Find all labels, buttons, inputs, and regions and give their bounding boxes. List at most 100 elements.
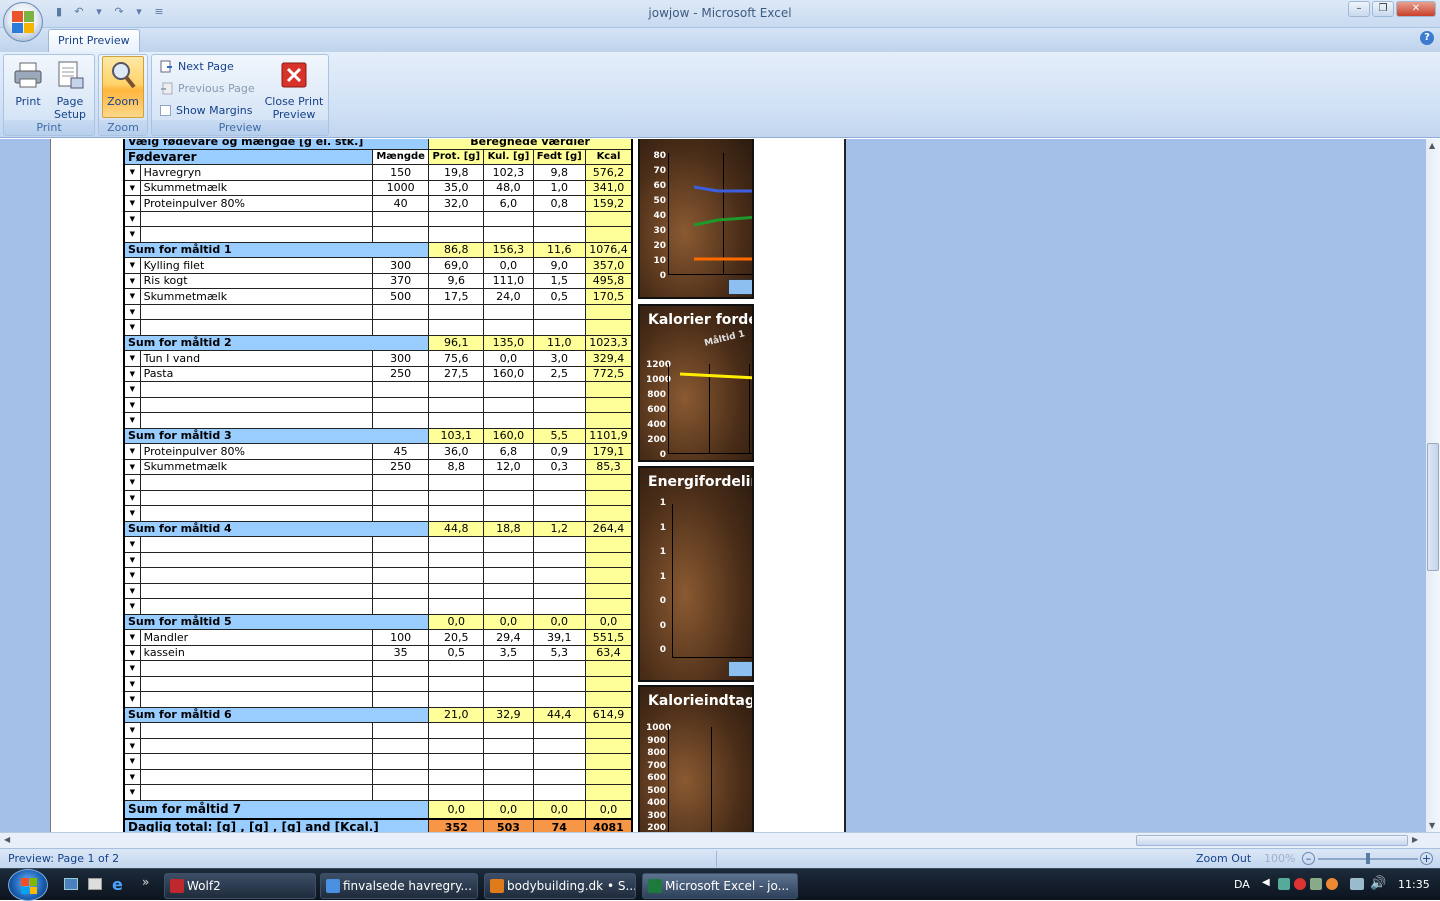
food-dropdown-arrow-icon[interactable]: ▼ bbox=[122, 179, 141, 196]
food-dropdown-arrow-icon[interactable]: ▼ bbox=[122, 195, 141, 212]
food-name-cell[interactable] bbox=[139, 551, 374, 568]
tray-monitor-icon[interactable] bbox=[1350, 878, 1364, 890]
food-name-cell[interactable] bbox=[139, 768, 374, 785]
food-name-cell[interactable] bbox=[139, 675, 374, 692]
amount-cell[interactable]: 250 bbox=[372, 458, 430, 475]
minimize-button[interactable]: – bbox=[1348, 1, 1370, 17]
amount-cell[interactable]: 300 bbox=[372, 257, 430, 274]
show-margins-checkbox[interactable]: Show Margins bbox=[160, 104, 252, 117]
food-dropdown-arrow-icon[interactable]: ▼ bbox=[122, 381, 141, 398]
food-name-cell[interactable] bbox=[139, 582, 374, 599]
amount-cell[interactable] bbox=[372, 226, 430, 243]
scroll-right-icon[interactable]: ▶ bbox=[1412, 835, 1418, 844]
taskbar-item[interactable]: finvalsede havregry... bbox=[320, 873, 478, 899]
preview-area[interactable]: Vælg fødevare og mængde [g el. stk.] Ber… bbox=[0, 139, 1426, 832]
close-window-button[interactable]: ✕ bbox=[1396, 1, 1436, 17]
vertical-scroll-thumb[interactable] bbox=[1427, 443, 1439, 571]
food-name-cell[interactable] bbox=[139, 660, 374, 677]
amount-cell[interactable]: 100 bbox=[372, 629, 430, 646]
food-name-cell[interactable]: kassein bbox=[139, 644, 374, 661]
explorer-icon[interactable] bbox=[88, 878, 102, 890]
food-name-cell[interactable] bbox=[139, 737, 374, 754]
help-icon[interactable]: ? bbox=[1420, 31, 1434, 45]
clock[interactable]: 11:35 bbox=[1398, 878, 1430, 891]
food-dropdown-arrow-icon[interactable]: ▼ bbox=[122, 551, 141, 568]
food-dropdown-arrow-icon[interactable]: ▼ bbox=[122, 164, 141, 181]
food-dropdown-arrow-icon[interactable]: ▼ bbox=[122, 505, 141, 522]
amount-cell[interactable] bbox=[372, 396, 430, 413]
tray-network-icon[interactable] bbox=[1278, 878, 1290, 890]
food-name-cell[interactable] bbox=[139, 303, 374, 320]
food-dropdown-arrow-icon[interactable]: ▼ bbox=[122, 272, 141, 289]
amount-cell[interactable]: 35 bbox=[372, 644, 430, 661]
food-dropdown-arrow-icon[interactable]: ▼ bbox=[122, 768, 141, 785]
volume-icon[interactable]: 🔊 bbox=[1370, 876, 1386, 891]
tray-app-icon[interactable] bbox=[1326, 878, 1338, 890]
amount-cell[interactable] bbox=[372, 567, 430, 584]
food-dropdown-arrow-icon[interactable]: ▼ bbox=[122, 288, 141, 305]
amount-cell[interactable] bbox=[372, 598, 430, 615]
food-name-cell[interactable] bbox=[139, 598, 374, 615]
zoom-in-icon[interactable]: + bbox=[1420, 852, 1433, 865]
vertical-scrollbar[interactable]: ▲ ▼ bbox=[1426, 139, 1440, 832]
amount-cell[interactable]: 40 bbox=[372, 195, 430, 212]
office-button[interactable] bbox=[3, 2, 43, 42]
food-dropdown-arrow-icon[interactable]: ▼ bbox=[122, 536, 141, 553]
food-name-cell[interactable] bbox=[139, 396, 374, 413]
food-name-cell[interactable]: Proteinpulver 80% bbox=[139, 195, 374, 212]
show-desktop-icon[interactable] bbox=[64, 878, 78, 890]
food-dropdown-arrow-icon[interactable]: ▼ bbox=[122, 784, 141, 801]
amount-cell[interactable] bbox=[372, 536, 430, 553]
amount-cell[interactable] bbox=[372, 505, 430, 522]
amount-cell[interactable] bbox=[372, 722, 430, 739]
taskbar-item[interactable]: bodybuilding.dk • S... bbox=[484, 873, 636, 899]
food-name-cell[interactable] bbox=[139, 412, 374, 429]
food-name-cell[interactable] bbox=[139, 226, 374, 243]
amount-cell[interactable] bbox=[372, 582, 430, 599]
food-name-cell[interactable] bbox=[139, 319, 374, 336]
food-name-cell[interactable]: Havregryn bbox=[139, 164, 374, 181]
quicklaunch-more-icon[interactable]: » bbox=[142, 875, 149, 889]
start-button[interactable] bbox=[8, 869, 48, 901]
zoom-slider-thumb[interactable] bbox=[1366, 853, 1370, 864]
food-name-cell[interactable] bbox=[139, 505, 374, 522]
scroll-left-icon[interactable]: ◀ bbox=[4, 835, 10, 844]
amount-cell[interactable] bbox=[372, 675, 430, 692]
food-dropdown-arrow-icon[interactable]: ▼ bbox=[122, 257, 141, 274]
food-name-cell[interactable] bbox=[139, 691, 374, 708]
food-dropdown-arrow-icon[interactable]: ▼ bbox=[122, 319, 141, 336]
amount-cell[interactable] bbox=[372, 303, 430, 320]
amount-cell[interactable] bbox=[372, 489, 430, 506]
food-name-cell[interactable]: Kylling filet bbox=[139, 257, 374, 274]
food-name-cell[interactable]: Proteinpulver 80% bbox=[139, 443, 374, 460]
food-name-cell[interactable]: Pasta bbox=[139, 365, 374, 382]
food-name-cell[interactable] bbox=[139, 489, 374, 506]
food-dropdown-arrow-icon[interactable]: ▼ bbox=[122, 458, 141, 475]
food-name-cell[interactable]: Skummetmælk bbox=[139, 458, 374, 475]
amount-cell[interactable]: 300 bbox=[372, 350, 430, 367]
amount-cell[interactable] bbox=[372, 551, 430, 568]
amount-cell[interactable] bbox=[372, 660, 430, 677]
food-dropdown-arrow-icon[interactable]: ▼ bbox=[122, 226, 141, 243]
food-dropdown-arrow-icon[interactable]: ▼ bbox=[122, 629, 141, 646]
horizontal-scroll-thumb[interactable] bbox=[1136, 835, 1408, 846]
taskbar-item[interactable]: Microsoft Excel - jo... bbox=[642, 873, 798, 899]
food-name-cell[interactable] bbox=[139, 784, 374, 801]
food-dropdown-arrow-icon[interactable]: ▼ bbox=[122, 598, 141, 615]
scroll-up-icon[interactable]: ▲ bbox=[1429, 141, 1435, 150]
amount-cell[interactable]: 1000 bbox=[372, 179, 430, 196]
food-dropdown-arrow-icon[interactable]: ▼ bbox=[122, 722, 141, 739]
food-name-cell[interactable]: Skummetmælk bbox=[139, 288, 374, 305]
tray-security-icon[interactable] bbox=[1294, 878, 1306, 890]
food-dropdown-arrow-icon[interactable]: ▼ bbox=[122, 443, 141, 460]
amount-cell[interactable] bbox=[372, 737, 430, 754]
amount-cell[interactable]: 250 bbox=[372, 365, 430, 382]
amount-cell[interactable] bbox=[372, 691, 430, 708]
amount-cell[interactable] bbox=[372, 319, 430, 336]
food-name-cell[interactable] bbox=[139, 474, 374, 491]
food-dropdown-arrow-icon[interactable]: ▼ bbox=[122, 644, 141, 661]
food-dropdown-arrow-icon[interactable]: ▼ bbox=[122, 396, 141, 413]
food-name-cell[interactable] bbox=[139, 381, 374, 398]
amount-cell[interactable] bbox=[372, 412, 430, 429]
food-dropdown-arrow-icon[interactable]: ▼ bbox=[122, 660, 141, 677]
